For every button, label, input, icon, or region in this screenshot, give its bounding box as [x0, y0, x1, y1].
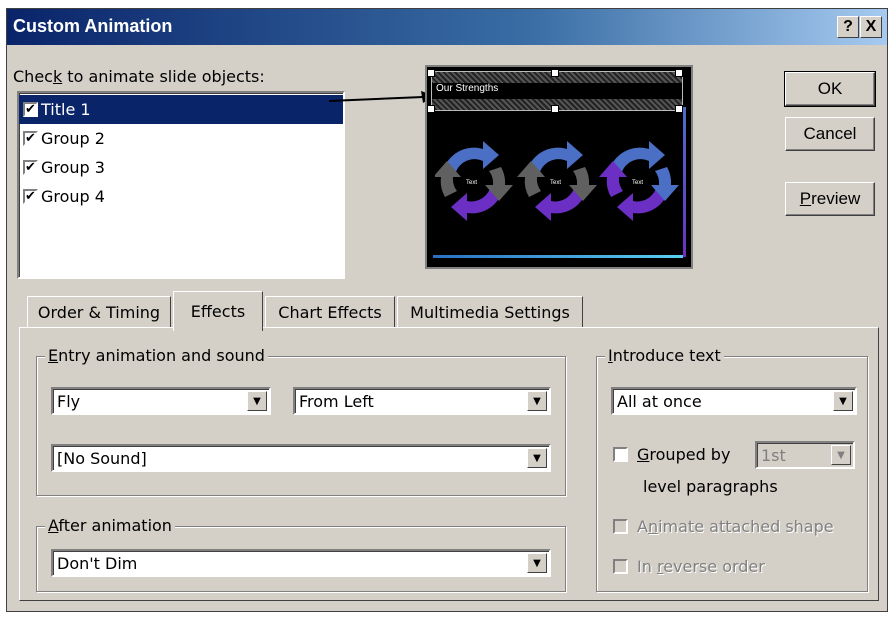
- resize-handle[interactable]: [427, 105, 435, 113]
- after-animation-select[interactable]: Don't Dim ▼: [51, 549, 551, 577]
- introduce-text-select[interactable]: All at once ▼: [611, 387, 857, 415]
- introduce-text-legend: Introduce text: [605, 346, 724, 365]
- entry-effect-value: Fly: [57, 392, 81, 411]
- slide-preview: Our Strengths Text Text Text: [425, 65, 693, 269]
- resize-handle[interactable]: [675, 105, 683, 113]
- entry-direction-value: From Left: [299, 392, 374, 411]
- entry-effect-select[interactable]: Fly ▼: [51, 387, 271, 415]
- entry-animation-legend: Entry animation and sound: [45, 346, 268, 365]
- svg-text:Text: Text: [632, 180, 643, 186]
- objects-list[interactable]: ✔ Title 1 ✔ Group 2 ✔ Group 3 ✔ Group 4: [17, 91, 345, 279]
- animate-attached-shape-label: Animate attached shape: [637, 517, 834, 536]
- entry-direction-select[interactable]: From Left ▼: [293, 387, 551, 415]
- animate-attached-shape-checkbox: [613, 519, 628, 534]
- checkbox[interactable]: ✔: [23, 102, 38, 117]
- checkbox[interactable]: ✔: [23, 131, 38, 146]
- after-animation-group: After animation Don't Dim ▼: [36, 516, 566, 592]
- objects-label-accesskey: k: [52, 67, 63, 86]
- chevron-down-icon[interactable]: ▼: [247, 391, 267, 411]
- tab-multimedia-settings[interactable]: Multimedia Settings: [397, 296, 583, 328]
- grouped-by-checkbox[interactable]: [613, 447, 628, 462]
- reverse-order-label: In reverse order: [637, 557, 765, 576]
- slide-accent-bar: [683, 107, 686, 257]
- objects-label-part: to animate slide objects:: [62, 67, 265, 86]
- window-title: Custom Animation: [13, 16, 173, 36]
- chevron-down-icon[interactable]: ▼: [833, 391, 853, 411]
- list-item-label: Title 1: [41, 100, 91, 119]
- after-animation-value: Don't Dim: [57, 554, 138, 573]
- objects-list-label: Check to animate slide objects:: [13, 67, 265, 86]
- resize-handle[interactable]: [427, 69, 435, 77]
- custom-animation-dialog: Custom Animation ? X Check to animate sl…: [6, 8, 888, 612]
- cycle-diagrams: Text Text Text: [435, 141, 679, 221]
- checkbox[interactable]: ✔: [23, 189, 38, 204]
- svg-text:Text: Text: [550, 180, 561, 186]
- ok-button[interactable]: OK: [784, 71, 876, 107]
- svg-text:Text: Text: [466, 180, 477, 186]
- cancel-button[interactable]: Cancel: [785, 117, 875, 151]
- resize-handle[interactable]: [551, 105, 559, 113]
- preview-button[interactable]: Preview: [785, 182, 875, 216]
- list-item-label: Group 4: [41, 187, 105, 206]
- list-item-label: Group 3: [41, 158, 105, 177]
- effects-tab-panel: Entry animation and sound Fly ▼ From Lef…: [19, 327, 879, 601]
- introduce-text-value: All at once: [617, 392, 702, 411]
- chevron-down-icon[interactable]: ▼: [527, 553, 547, 573]
- list-item-group-2[interactable]: ✔ Group 2: [19, 124, 343, 153]
- resize-handle[interactable]: [551, 69, 559, 77]
- chevron-down-icon[interactable]: ▼: [527, 448, 547, 468]
- title-bar[interactable]: Custom Animation ? X: [7, 9, 887, 45]
- connector-arrow: [328, 91, 435, 103]
- entry-sound-value: [No Sound]: [57, 449, 147, 468]
- list-item-title-1[interactable]: ✔ Title 1: [19, 95, 343, 124]
- list-item-group-4[interactable]: ✔ Group 4: [19, 182, 343, 211]
- after-animation-legend: After animation: [45, 516, 175, 535]
- reverse-order-checkbox: [613, 559, 628, 574]
- list-item-label: Group 2: [41, 129, 105, 148]
- introduce-text-group: Introduce text All at once ▼ Grouped by …: [596, 346, 868, 592]
- entry-animation-group: Entry animation and sound Fly ▼ From Lef…: [36, 346, 566, 496]
- cycle-group-3: Text: [517, 141, 597, 221]
- grouped-by-row[interactable]: Grouped by: [613, 445, 730, 464]
- preview-label: review: [811, 189, 861, 208]
- tab-effects[interactable]: Effects: [173, 291, 263, 331]
- level-paragraphs-label: level paragraphs: [643, 477, 778, 496]
- tab-chart-effects[interactable]: Chart Effects: [265, 296, 395, 328]
- cycle-group-4: Text: [599, 141, 679, 221]
- grouped-level-select: 1st ▼: [755, 441, 855, 469]
- tab-order-timing[interactable]: Order & Timing: [27, 296, 171, 328]
- close-button[interactable]: X: [860, 16, 882, 38]
- slide-title-text: Our Strengths: [436, 83, 499, 94]
- animate-attached-shape-row: Animate attached shape: [613, 517, 834, 536]
- grouped-by-label: Grouped by: [637, 445, 731, 464]
- resize-handle[interactable]: [675, 69, 683, 77]
- cycle-group-2: Text: [435, 141, 513, 221]
- help-button[interactable]: ?: [837, 16, 859, 38]
- chevron-down-icon[interactable]: ▼: [527, 391, 547, 411]
- grouped-level-value: 1st: [761, 446, 786, 465]
- objects-label-part: Chec: [13, 67, 53, 86]
- chevron-down-icon: ▼: [831, 445, 851, 465]
- checkbox[interactable]: ✔: [23, 160, 38, 175]
- preview-accesskey: P: [799, 189, 812, 208]
- list-item-group-3[interactable]: ✔ Group 3: [19, 153, 343, 182]
- slide-accent-bar: [433, 255, 683, 258]
- entry-sound-select[interactable]: [No Sound] ▼: [51, 444, 551, 472]
- reverse-order-row: In reverse order: [613, 557, 765, 576]
